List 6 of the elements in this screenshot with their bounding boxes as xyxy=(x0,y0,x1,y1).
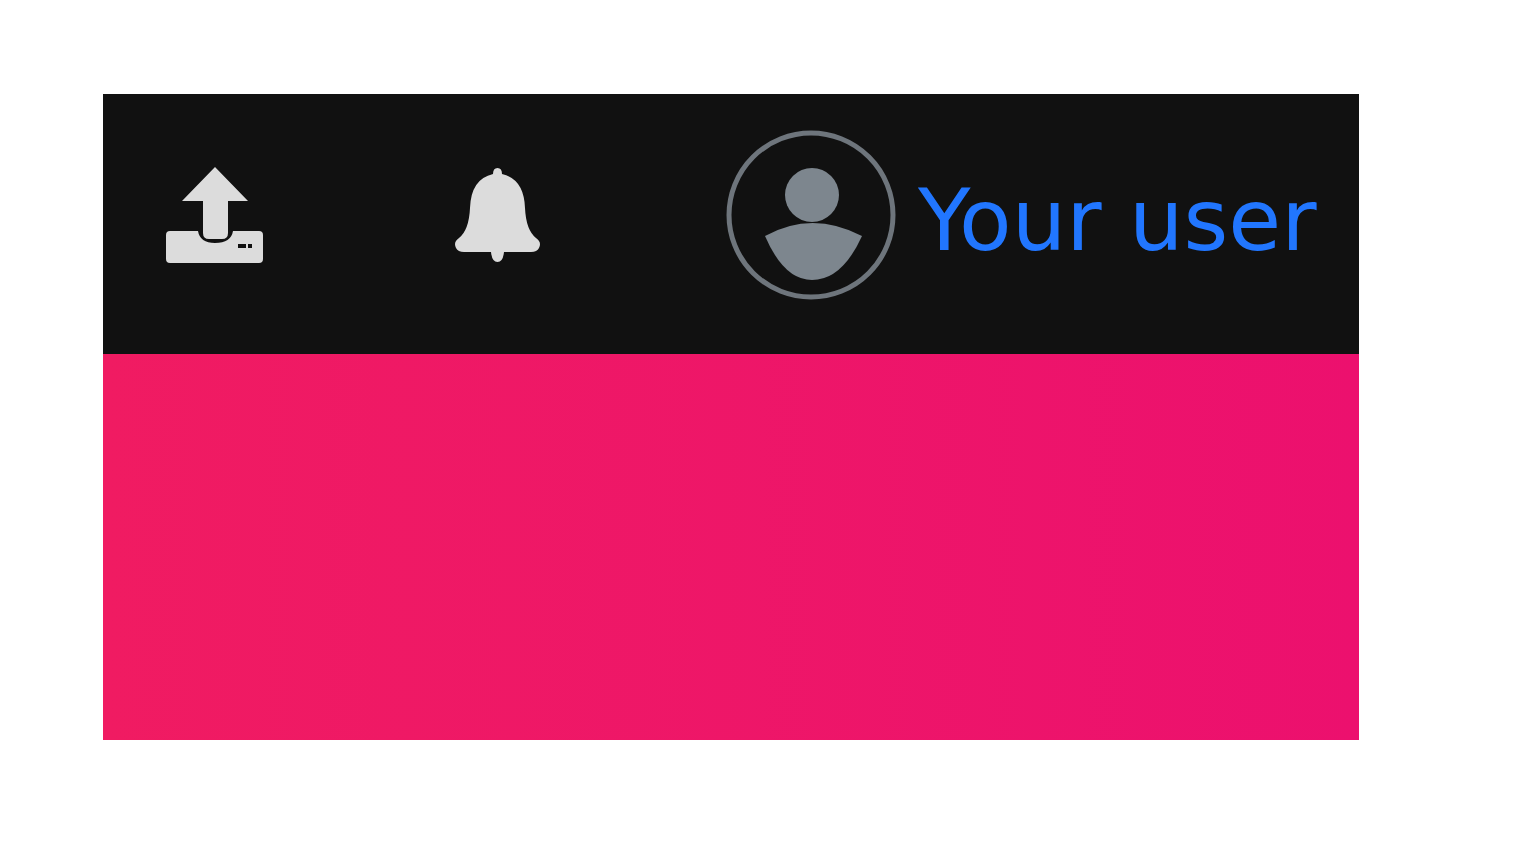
avatar-icon xyxy=(726,130,896,300)
upload-button[interactable] xyxy=(166,167,263,263)
notifications-button[interactable] xyxy=(454,168,541,262)
bell-icon xyxy=(454,168,541,262)
user-link[interactable]: Your user xyxy=(726,130,1317,300)
upload-icon xyxy=(166,167,263,263)
